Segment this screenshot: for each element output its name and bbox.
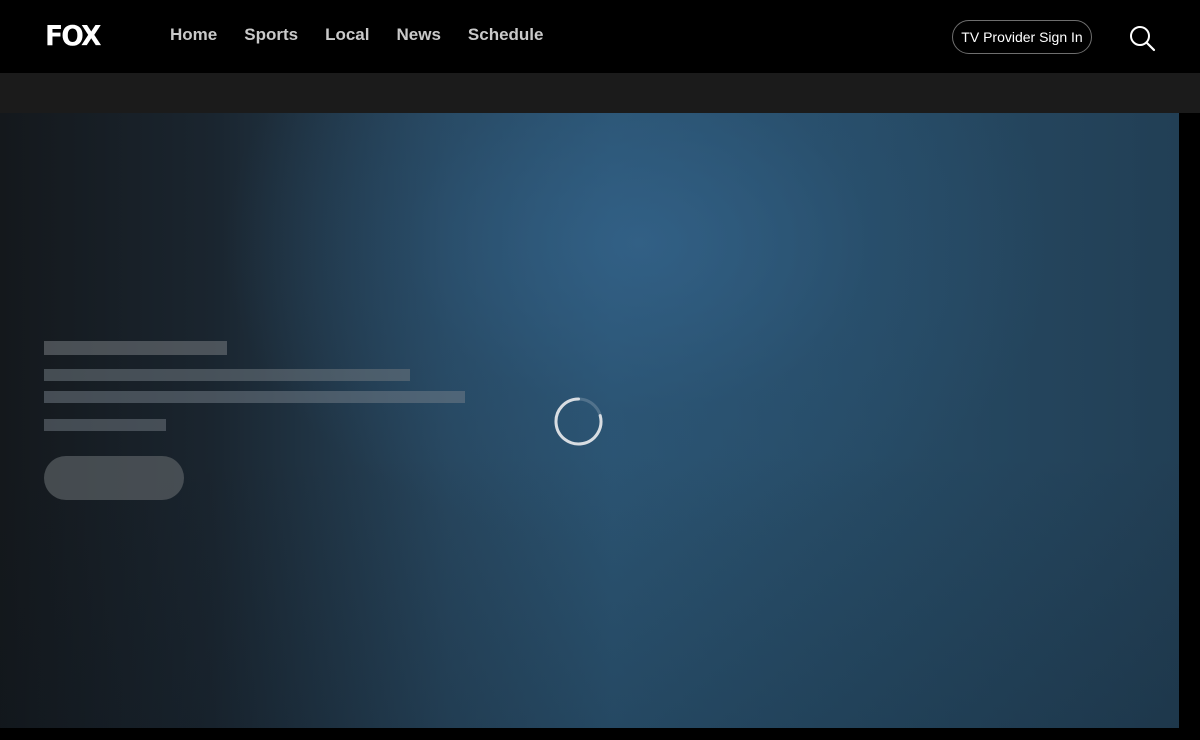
skeleton-meta-line	[44, 419, 166, 431]
search-button[interactable]	[1126, 22, 1158, 54]
hero-banner	[0, 113, 1179, 728]
skeleton-title-placeholder	[44, 341, 227, 355]
main-nav: Home Sports Local News Schedule	[170, 24, 571, 46]
tv-provider-sign-in-button[interactable]: TV Provider Sign In	[952, 20, 1092, 54]
skeleton-description-line	[44, 369, 410, 381]
page-right-gutter	[1179, 113, 1200, 728]
skeleton-description-line	[44, 391, 465, 403]
fox-logo[interactable]: FOX	[45, 20, 102, 52]
skeleton-button-placeholder	[44, 456, 184, 500]
secondary-bar	[0, 73, 1200, 113]
top-navigation-bar: FOX Home Sports Local News Schedule TV P…	[0, 0, 1200, 73]
nav-item-news[interactable]: News	[396, 24, 440, 46]
nav-item-sports[interactable]: Sports	[244, 24, 298, 46]
loading-spinner-icon	[554, 397, 603, 446]
nav-item-schedule[interactable]: Schedule	[468, 24, 544, 46]
nav-item-local[interactable]: Local	[325, 24, 369, 46]
nav-item-home[interactable]: Home	[170, 24, 217, 46]
search-icon	[1130, 26, 1156, 52]
page-bottom-strip	[0, 728, 1200, 740]
